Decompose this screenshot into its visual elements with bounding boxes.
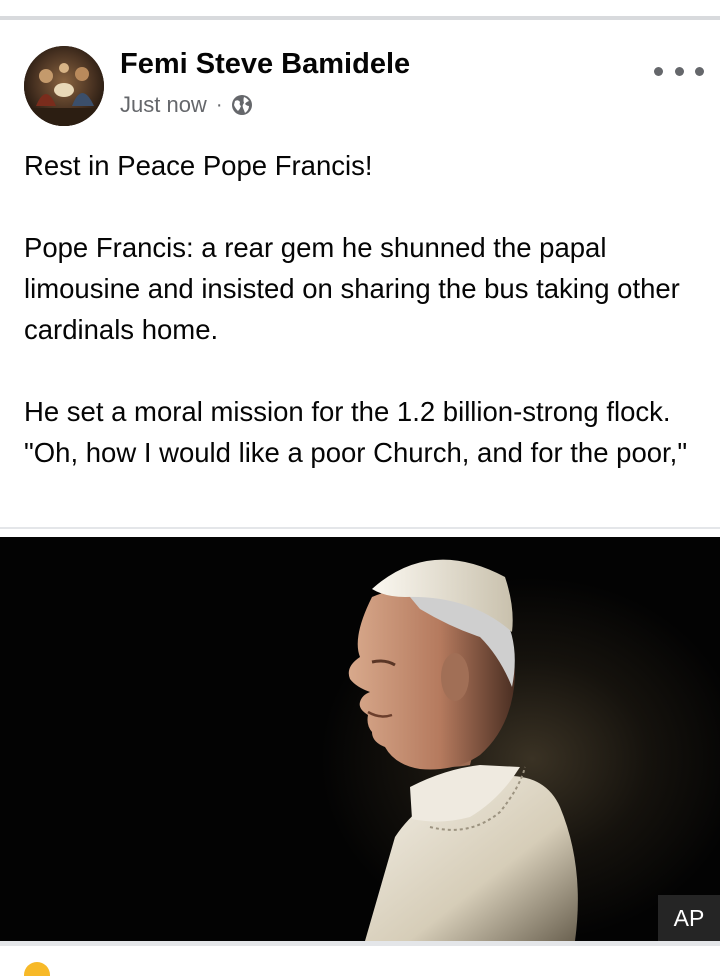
like-reaction-icon[interactable]	[24, 962, 50, 976]
more-options-icon[interactable]	[654, 60, 704, 82]
post-timestamp[interactable]: Just now	[120, 92, 207, 118]
avatar[interactable]	[24, 46, 104, 126]
author-name[interactable]: Femi Steve Bamidele	[120, 48, 410, 81]
more-dot	[674, 66, 684, 76]
meta-separator: ·	[215, 93, 223, 116]
post-header: Femi Steve Bamidele Just now ·	[0, 20, 720, 140]
post-body: Rest in Peace Pope Francis! Pope Francis…	[24, 145, 704, 473]
more-dot	[695, 66, 704, 76]
bottom-divider	[0, 941, 720, 946]
post-meta: Just now ·	[120, 92, 253, 118]
more-dot	[654, 66, 663, 76]
globe-icon[interactable]	[231, 94, 253, 116]
photo-illustration	[0, 537, 720, 941]
image-divider	[0, 527, 720, 529]
post-paragraph: He set a moral mission for the 1.2 billi…	[24, 396, 688, 468]
avatar-image	[24, 46, 104, 126]
post-paragraph: Rest in Peace Pope Francis!	[24, 150, 373, 181]
post-paragraph: Pope Francis: a rear gem he shunned the …	[24, 232, 680, 345]
photo-credit: AP	[658, 895, 720, 941]
post-photo[interactable]: AP	[0, 537, 720, 941]
